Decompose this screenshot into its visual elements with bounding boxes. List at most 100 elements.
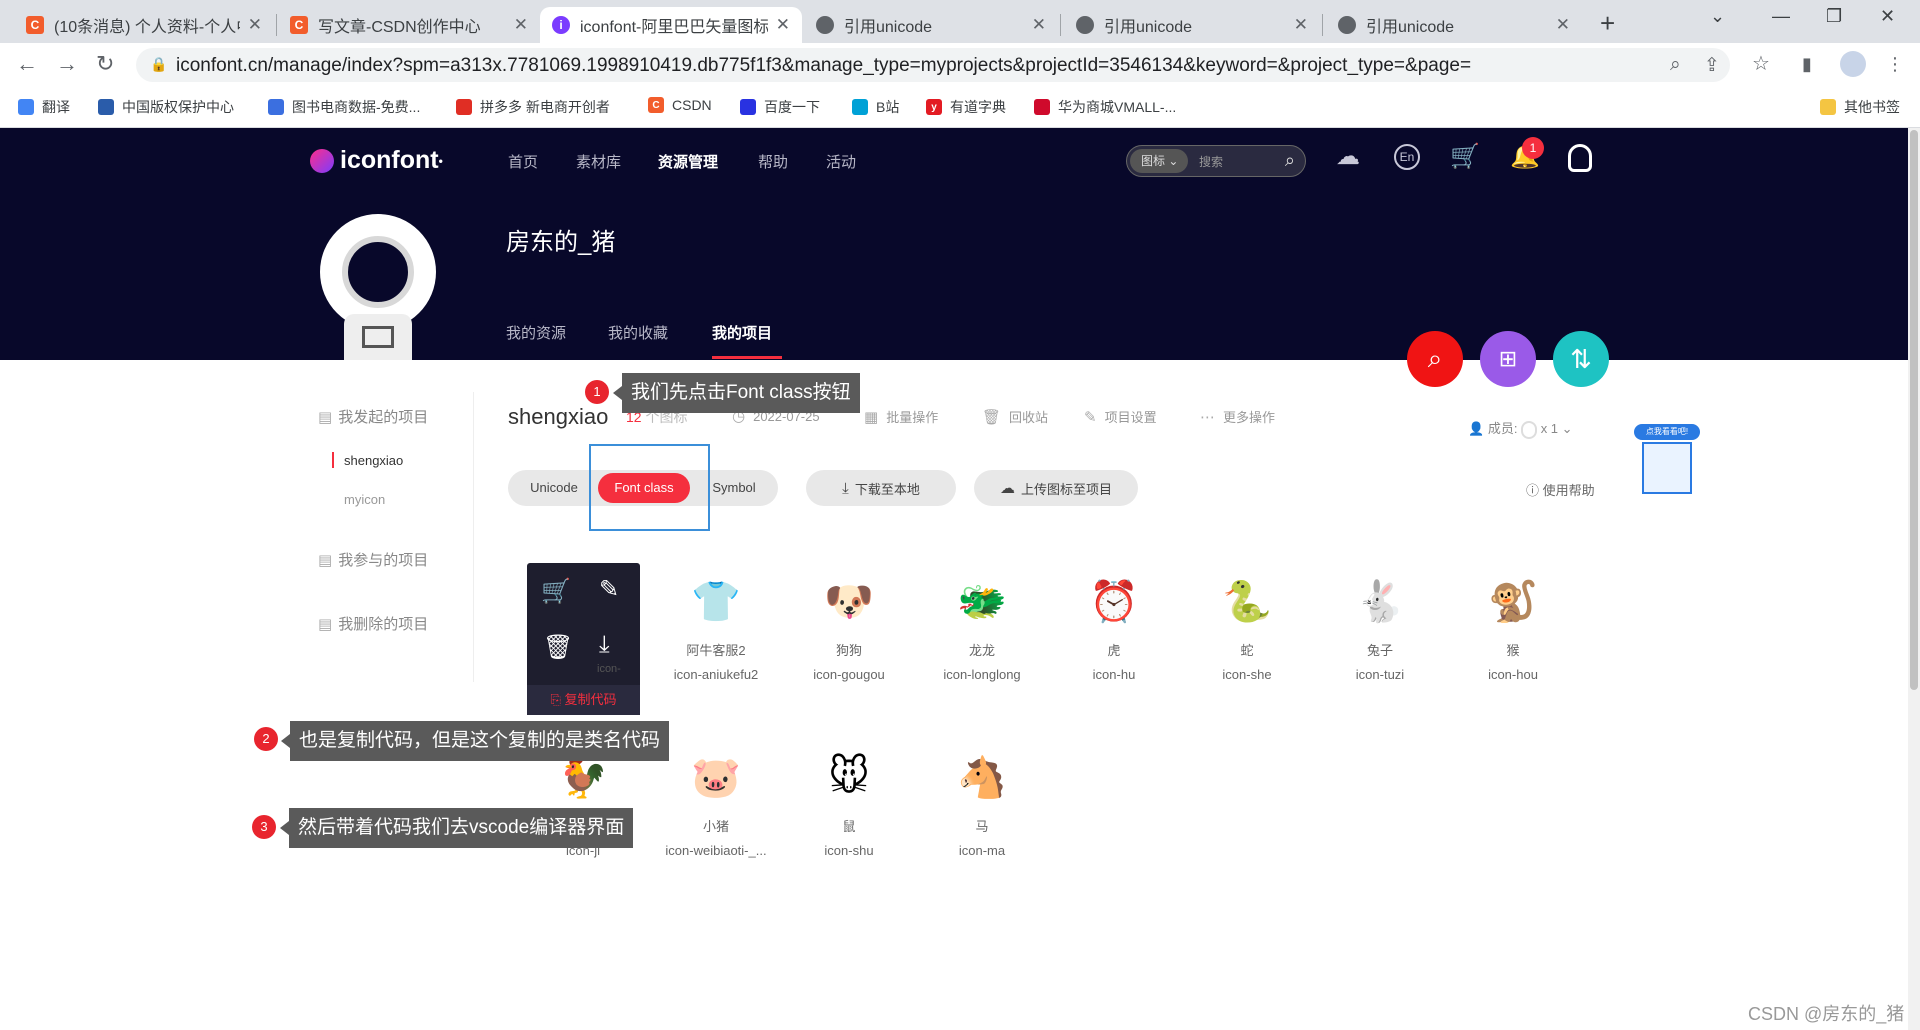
close-tab-icon[interactable]: ✕ [776, 15, 790, 35]
copy-code-button[interactable]: ⎘ 复制代码 [527, 685, 640, 715]
batch-operation-button[interactable]: ▦ 批量操作 [864, 407, 938, 426]
bookmark-baidu[interactable]: 百度一下 [740, 97, 820, 117]
upload-label: 上传图标至项目 [1020, 481, 1112, 497]
help-illustration[interactable]: 点我看看吧! [1634, 424, 1700, 496]
forward-icon[interactable]: → [56, 51, 78, 77]
search-icon[interactable]: ⌕ [1285, 150, 1295, 171]
cart-icon[interactable]: 🛒 [1450, 142, 1480, 171]
search-type-select[interactable]: 图标 ⌄ [1130, 149, 1188, 173]
tab-iconfont[interactable]: i iconfont-阿里巴巴矢量图标 ✕ [540, 7, 802, 43]
bookmark-bilibili[interactable]: B站 [852, 97, 899, 117]
bookmark-translate[interactable]: 翻译 [18, 97, 70, 117]
sidebar-joined-header[interactable]: ▤ 我参与的项目 [318, 549, 428, 570]
icon-card[interactable]: 👕 阿牛客服2 icon-aniukefu2 [650, 576, 782, 683]
bookmarks-bar: 翻译 中国版权保护中心 图书电商数据-免费... 拼多多 新电商开创者 C CSD… [0, 85, 1920, 128]
bookmark-csdn[interactable]: C CSDN [648, 97, 712, 113]
language-icon[interactable]: En [1394, 144, 1420, 170]
bilibili-icon [852, 99, 868, 115]
tab-unicode[interactable]: Unicode [518, 470, 590, 506]
tab-csdn-write[interactable]: C 写文章-CSDN创作中心 ✕ [278, 7, 540, 43]
snake-icon: 🐍 [1222, 579, 1272, 624]
bookmark-bookdata[interactable]: 图书电商数据-免费... [268, 97, 420, 117]
close-tab-icon[interactable]: ✕ [514, 15, 528, 35]
sort-fab[interactable]: ⇅ [1553, 331, 1609, 387]
sidebar-my-projects-header[interactable]: ▤ 我发起的项目 [318, 406, 428, 427]
menu-icon[interactable]: ⋮ [1886, 54, 1904, 75]
bookmark-star-icon[interactable]: ☆ [1752, 51, 1770, 76]
sidebar-item-shengxiao[interactable]: shengxiao [344, 453, 403, 468]
close-tab-icon[interactable]: ✕ [1556, 15, 1570, 35]
tab-symbol[interactable]: Symbol [700, 470, 768, 506]
subtab-my-resources[interactable]: 我的资源 [506, 322, 566, 343]
sidebar-deleted-header[interactable]: ▤ 我删除的项目 [318, 613, 428, 634]
project-settings-button[interactable]: ✎ 项目设置 [1084, 407, 1157, 426]
iconfont-logo[interactable]: iconfont • [310, 146, 443, 175]
icon-card[interactable]: ⏰ 虎 icon-hu [1048, 576, 1180, 683]
bookmark-huawei[interactable]: 华为商城VMALL-... [1034, 97, 1176, 117]
icon-card[interactable]: 🐷 小猪 icon-weibiaoti-_... [650, 752, 782, 859]
page-scrollbar[interactable] [1908, 128, 1920, 1030]
minimize-icon[interactable]: — [1772, 6, 1790, 27]
back-icon[interactable]: ← [16, 51, 38, 77]
close-window-icon[interactable]: ✕ [1880, 6, 1895, 27]
folder-add-icon: ⊞ [1498, 346, 1518, 371]
cart-icon[interactable]: 🛒 [541, 577, 571, 606]
icon-card[interactable]: 🐒 猴 icon-hou [1447, 576, 1579, 683]
restore-icon[interactable]: ❐ [1826, 6, 1842, 27]
pencil-icon[interactable]: ✎ [599, 575, 619, 604]
annotation-number: 3 [252, 815, 276, 839]
url-text[interactable]: iconfont.cn/manage/index?spm=a313x.77810… [176, 55, 1471, 77]
trash-icon[interactable]: 🗑 [543, 633, 573, 662]
icon-card[interactable]: 🐴 马 icon-ma [916, 752, 1048, 859]
tab-unicode-2[interactable]: 引用unicode ✕ [1064, 7, 1320, 43]
nav-help[interactable]: 帮助 [758, 151, 788, 172]
close-tab-icon[interactable]: ✕ [248, 15, 262, 35]
share-icon[interactable]: ⇪ [1704, 54, 1720, 77]
nav-resources[interactable]: 资源管理 [658, 151, 718, 172]
zoom-icon[interactable]: ⌕ [1670, 54, 1681, 76]
upload-cloud-icon[interactable]: ☁ [1336, 142, 1360, 171]
sidebar-icon[interactable]: ▮ [1802, 54, 1812, 75]
bookmark-other[interactable]: 其他书签 [1820, 97, 1900, 117]
help-link[interactable]: ⓘ 使用帮助 [1526, 480, 1595, 499]
icon-card[interactable]: 🐶 狗狗 icon-gougou [783, 576, 915, 683]
address-bar[interactable]: 🔒 iconfont.cn/manage/index?spm=a313x.778… [136, 48, 1730, 82]
bookmark-youdao[interactable]: y 有道字典 [926, 97, 1006, 117]
subtab-my-projects[interactable]: 我的项目 [712, 322, 772, 343]
bookmark-copyright[interactable]: 中国版权保护中心 [98, 97, 234, 117]
close-tab-icon[interactable]: ✕ [1294, 15, 1308, 35]
new-tab-button[interactable]: + [1600, 8, 1615, 39]
close-tab-icon[interactable]: ✕ [1032, 15, 1046, 35]
icon-card[interactable]: 🐭 鼠 icon-shu [783, 752, 915, 858]
nav-activity[interactable]: 活动 [826, 151, 856, 172]
members-count: x 1 [1540, 421, 1559, 436]
icon-name: 蛇 [1240, 643, 1254, 658]
tab-search-chevron-icon[interactable]: ⌄ [1710, 6, 1725, 27]
subtab-my-favorites[interactable]: 我的收藏 [608, 322, 668, 343]
icon-card[interactable]: 🐲 龙龙 icon-longlong [916, 576, 1048, 683]
search-input[interactable]: 搜索 [1199, 153, 1223, 170]
action-label: 更多操作 [1223, 410, 1276, 425]
sidebar-item-myicon[interactable]: myicon [344, 492, 385, 507]
browser-toolbar: ← → ↻ 🔒 iconfont.cn/manage/index?spm=a31… [0, 43, 1920, 85]
profile-avatar-icon[interactable] [1840, 51, 1866, 77]
more-actions-button[interactable]: ⋯ 更多操作 [1200, 407, 1275, 426]
bookmark-pdd[interactable]: 拼多多 新电商开创者 [456, 97, 610, 117]
download-button[interactable]: ⤓ 下载至本地 [806, 470, 956, 506]
reload-icon[interactable]: ↻ [96, 51, 114, 77]
upload-button[interactable]: ☁ 上传图标至项目 [974, 470, 1138, 506]
icon-card[interactable]: 🐇 兔子 icon-tuzi [1314, 576, 1446, 683]
tab-unicode-1[interactable]: 引用unicode ✕ [804, 7, 1058, 43]
add-folder-fab[interactable]: ⊞ [1480, 331, 1536, 387]
tab-csdn-profile[interactable]: C (10条消息) 个人资料-个人中 ✕ [14, 7, 274, 43]
tab-unicode-3[interactable]: 引用unicode ✕ [1326, 7, 1582, 43]
nav-home[interactable]: 首页 [508, 151, 538, 172]
search-fab[interactable]: ⌕ [1407, 331, 1463, 387]
user-avatar-icon[interactable] [1568, 144, 1592, 172]
recycle-bin-button[interactable]: 🗑 回收站 [982, 407, 1048, 426]
icon-card[interactable]: 🐍 蛇 icon-she [1181, 576, 1313, 683]
nav-library[interactable]: 素材库 [576, 151, 621, 172]
scrollbar-thumb[interactable] [1910, 130, 1918, 690]
download-icon[interactable]: ⤓ [599, 631, 610, 659]
project-members[interactable]: 👤 成员: x 1 ⌄ [1468, 418, 1573, 439]
